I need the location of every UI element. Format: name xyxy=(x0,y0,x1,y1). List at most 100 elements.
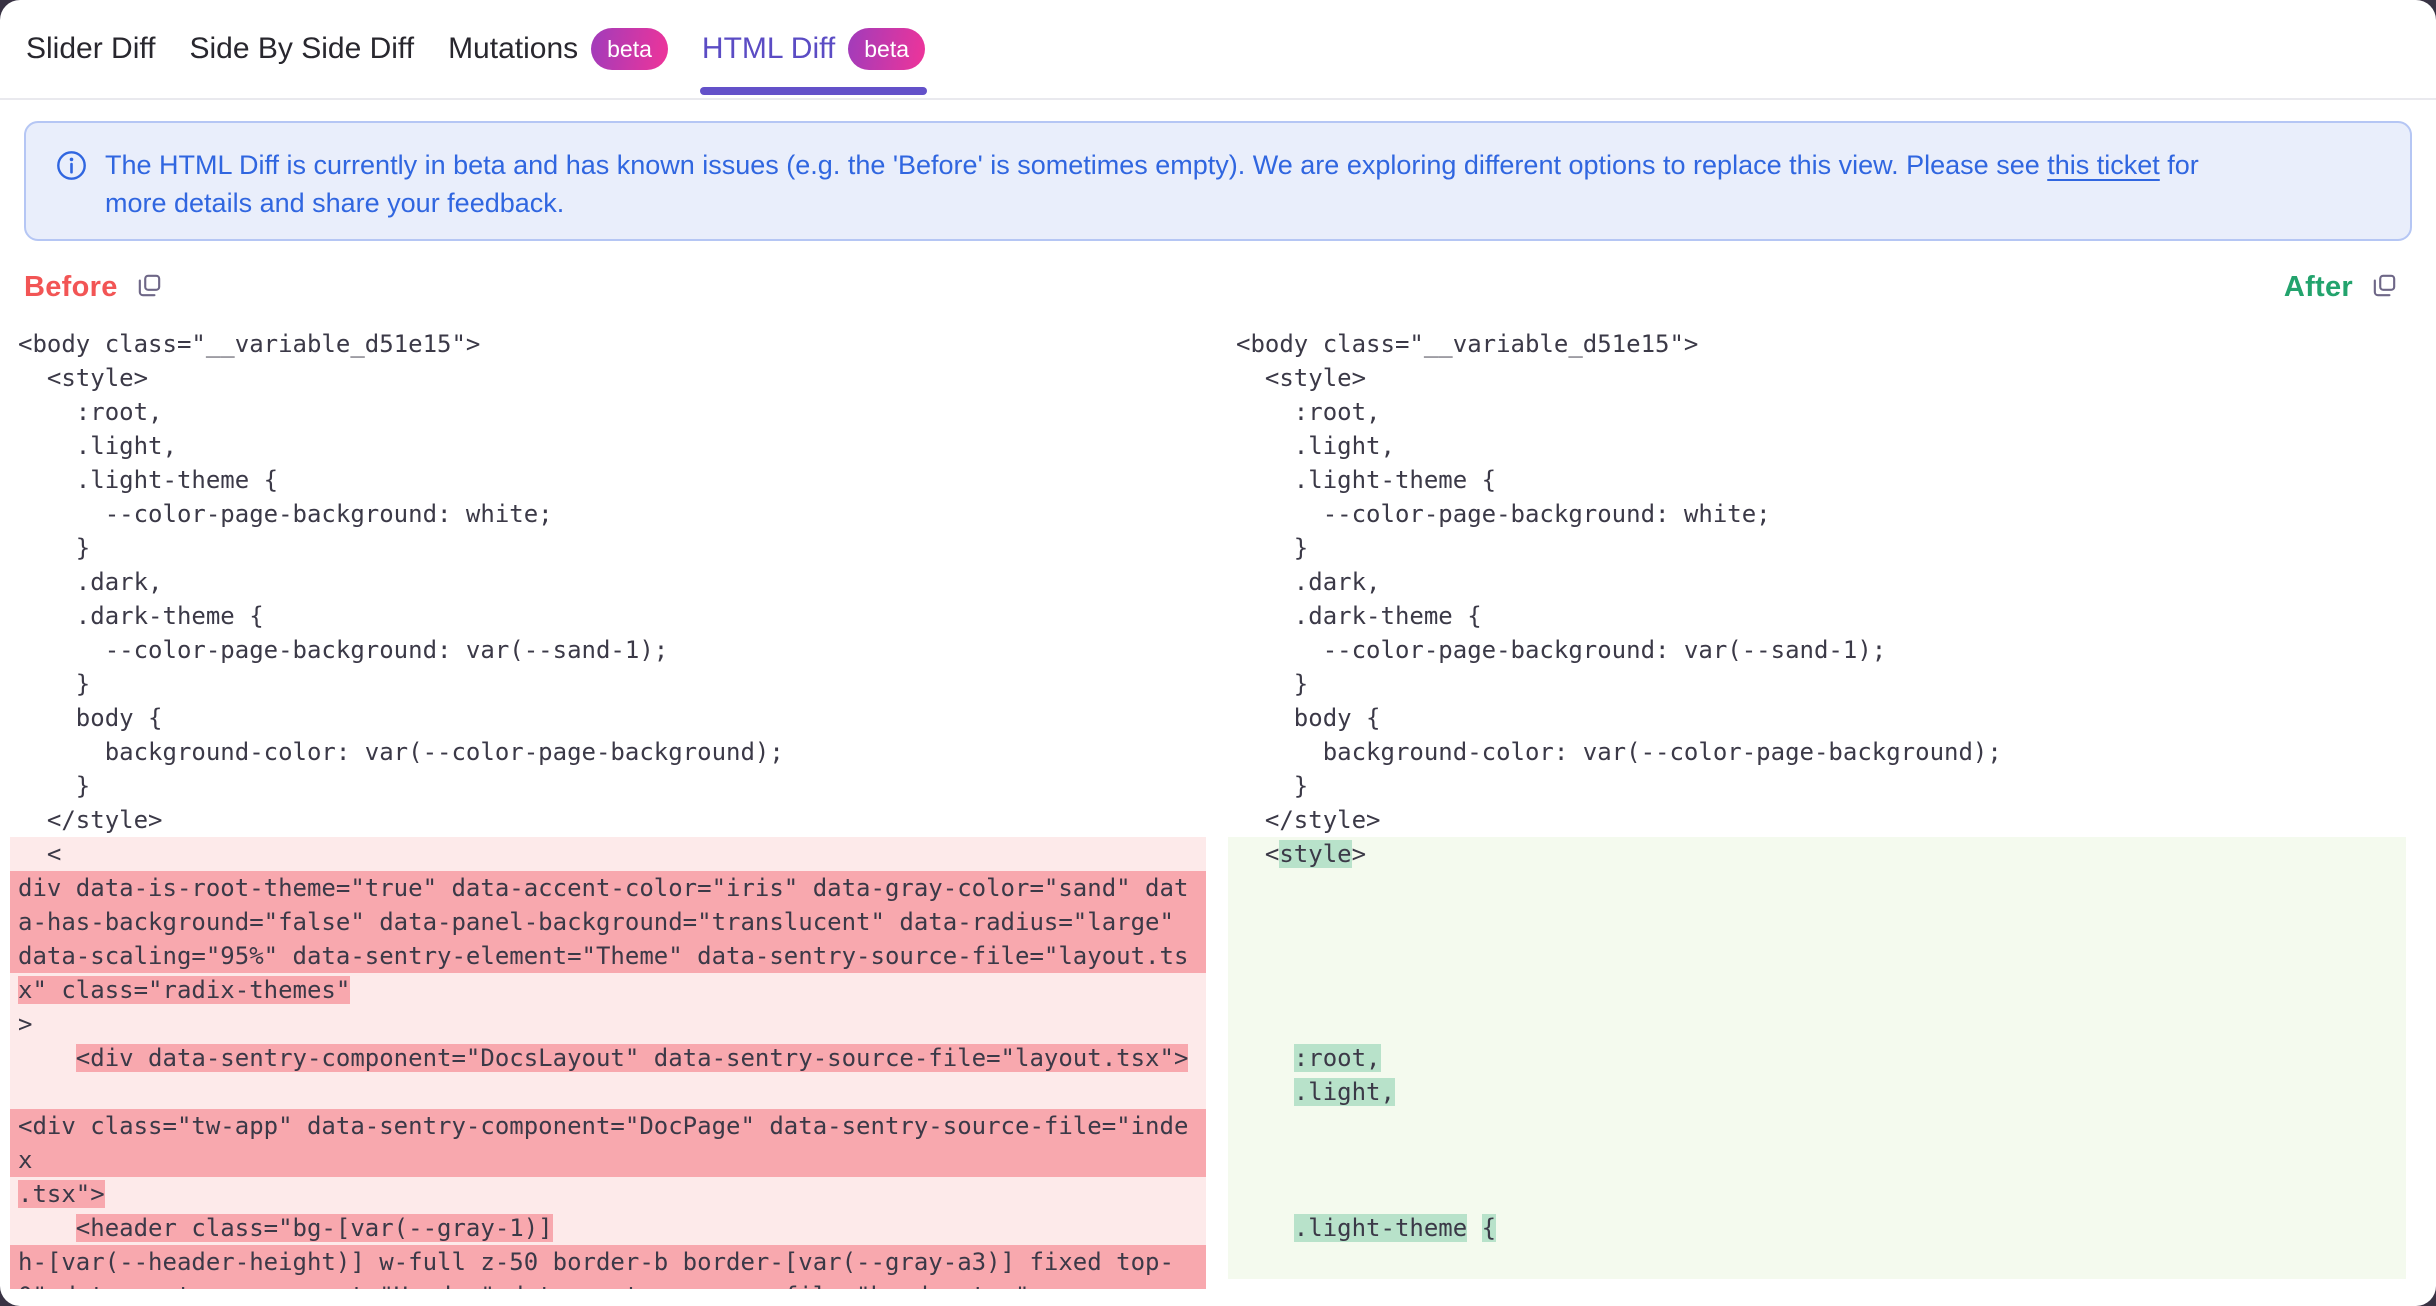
code-segment: > xyxy=(18,1010,32,1038)
diff-mark-segment: x xyxy=(18,1146,32,1174)
tab-side-by-side-diff[interactable]: Side By Side Diff xyxy=(188,0,417,98)
code-segment xyxy=(1236,1044,1294,1072)
code-panels: <body class="__variable_d51e15"> <style>… xyxy=(10,327,2436,1289)
code-line: .dark-theme { xyxy=(10,599,1206,633)
code-segment xyxy=(1236,1078,1294,1106)
code-line: </style> xyxy=(10,803,1206,837)
code-line: --color-page-background: white; xyxy=(10,497,1206,531)
diff-code-line: :root, xyxy=(1228,1041,2406,1075)
diff-code-line: > xyxy=(10,1007,1206,1041)
diff-code-line: <header class="bg-[var(--gray-1)] xyxy=(10,1211,1206,1245)
diff-code-line: <div data-sentry-component="DocsLayout" … xyxy=(10,1041,1206,1075)
diff-code-line xyxy=(1228,1143,2406,1177)
code-line: <style> xyxy=(10,361,1206,395)
code-line: } xyxy=(10,769,1206,803)
active-tab-underline xyxy=(700,87,927,95)
before-label: Before xyxy=(24,271,118,304)
diff-code-line xyxy=(1228,973,2406,1007)
beta-badge: beta xyxy=(591,28,668,70)
diff-mark-segment: { xyxy=(1482,1214,1496,1242)
code-line: :root, xyxy=(10,395,1206,429)
code-line: :root, xyxy=(1228,395,2406,429)
copy-icon xyxy=(2371,272,2398,302)
diff-mark-segment: <div data-sentry-component="DocsLayout" … xyxy=(76,1044,1189,1072)
diff-code-line: <style> xyxy=(1228,837,2406,871)
diff-code-line: h-[var(--header-height)] w-full z-50 bor… xyxy=(10,1245,1206,1279)
diff-mark-segment: <header class="bg-[var(--gray-1)] xyxy=(76,1214,553,1242)
tab-mutations[interactable]: Mutations beta xyxy=(446,0,670,98)
diff-code-line: .light-theme { xyxy=(1228,1211,2406,1245)
diff-mark-segment: data-scaling="95%" data-sentry-element="… xyxy=(18,942,1188,970)
diff-mark-segment: h-[var(--header-height)] w-full z-50 bor… xyxy=(18,1248,1174,1276)
diff-code-line xyxy=(1228,1177,2406,1211)
tab-label: HTML Diff xyxy=(702,32,835,66)
diff-code-line: a-has-background="false" data-panel-back… xyxy=(10,905,1206,939)
banner-text-before-link: The HTML Diff is currently in beta and h… xyxy=(105,150,2047,180)
code-line: <body class="__variable_d51e15"> xyxy=(10,327,1206,361)
tab-slider-diff[interactable]: Slider Diff xyxy=(24,0,158,98)
diff-code-line: <div class="tw-app" data-sentry-componen… xyxy=(10,1109,1206,1143)
diff-code-line xyxy=(1228,905,2406,939)
code-line: <style> xyxy=(1228,361,2406,395)
code-line: } xyxy=(1228,667,2406,701)
code-segment xyxy=(18,1044,76,1072)
code-line: --color-page-background: var(--sand-1); xyxy=(1228,633,2406,667)
diff-code-line: div data-is-root-theme="true" data-accen… xyxy=(10,871,1206,905)
before-code-panel: <body class="__variable_d51e15"> <style>… xyxy=(10,327,1206,1289)
diff-mark-segment: 0" data-sentry-component="Header" data-s… xyxy=(18,1282,1044,1289)
after-code-panel: <body class="__variable_d51e15"> <style>… xyxy=(1228,327,2406,1289)
diff-mark-segment: .light-theme xyxy=(1294,1214,1467,1242)
diff-code-line xyxy=(1228,1007,2406,1041)
code-line: </style> xyxy=(1228,803,2406,837)
copy-before-button[interactable] xyxy=(136,272,163,302)
info-icon xyxy=(56,150,87,191)
beta-warning-banner: The HTML Diff is currently in beta and h… xyxy=(24,121,2412,241)
code-line: background-color: var(--color-page-backg… xyxy=(10,735,1206,769)
diff-code-line: .tsx"> xyxy=(10,1177,1206,1211)
banner-text: The HTML Diff is currently in beta and h… xyxy=(105,146,2199,222)
ticket-link[interactable]: this ticket xyxy=(2047,150,2160,180)
diff-code-line xyxy=(1228,1245,2406,1279)
code-line: .dark-theme { xyxy=(1228,599,2406,633)
tab-label: Mutations xyxy=(448,32,578,66)
diff-code-line xyxy=(1228,939,2406,973)
copy-after-button[interactable] xyxy=(2371,272,2398,302)
diff-mark-segment: a-has-background="false" data-panel-back… xyxy=(18,908,1174,936)
tab-label: Slider Diff xyxy=(26,32,156,66)
code-line: --color-page-background: white; xyxy=(1228,497,2406,531)
code-line: .dark, xyxy=(10,565,1206,599)
code-line: <body class="__variable_d51e15"> xyxy=(1228,327,2406,361)
code-line: } xyxy=(10,667,1206,701)
code-line: background-color: var(--color-page-backg… xyxy=(1228,735,2406,769)
diff-code-line: 0" data-sentry-component="Header" data-s… xyxy=(10,1279,1206,1289)
code-line: .light, xyxy=(10,429,1206,463)
code-line: body { xyxy=(1228,701,2406,735)
diff-code-line xyxy=(10,1075,1206,1109)
diff-mark-segment: .light, xyxy=(1294,1078,1395,1106)
before-label-group: Before xyxy=(24,271,163,304)
code-line: } xyxy=(1228,531,2406,565)
diff-code-line: < xyxy=(10,837,1206,871)
banner-text-after-link: for xyxy=(2160,150,2199,180)
copy-icon xyxy=(136,272,163,302)
code-line: .light-theme { xyxy=(1228,463,2406,497)
code-segment: < xyxy=(1236,840,1279,868)
code-segment: > xyxy=(1352,840,1366,868)
code-segment xyxy=(18,1214,76,1242)
diff-mark-segment: x" class="radix-themes" xyxy=(18,976,350,1004)
code-line: .dark, xyxy=(1228,565,2406,599)
diff-code-line: x xyxy=(10,1143,1206,1177)
beta-badge: beta xyxy=(848,28,925,70)
after-label: After xyxy=(2284,271,2353,304)
diff-code-line xyxy=(1228,871,2406,905)
diff-mark-segment: :root, xyxy=(1294,1044,1381,1072)
code-line: .light, xyxy=(1228,429,2406,463)
diff-mark-segment: div data-is-root-theme="true" data-accen… xyxy=(18,874,1188,902)
tab-html-diff[interactable]: HTML Diff beta xyxy=(700,0,927,98)
tab-bar: Slider Diff Side By Side Diff Mutations bet… xyxy=(0,0,2436,100)
code-line: body { xyxy=(10,701,1206,735)
code-line: --color-page-background: var(--sand-1); xyxy=(10,633,1206,667)
diff-code-line: .light, xyxy=(1228,1075,2406,1109)
code-line: } xyxy=(10,531,1206,565)
diff-mark-segment: .tsx"> xyxy=(18,1180,105,1208)
